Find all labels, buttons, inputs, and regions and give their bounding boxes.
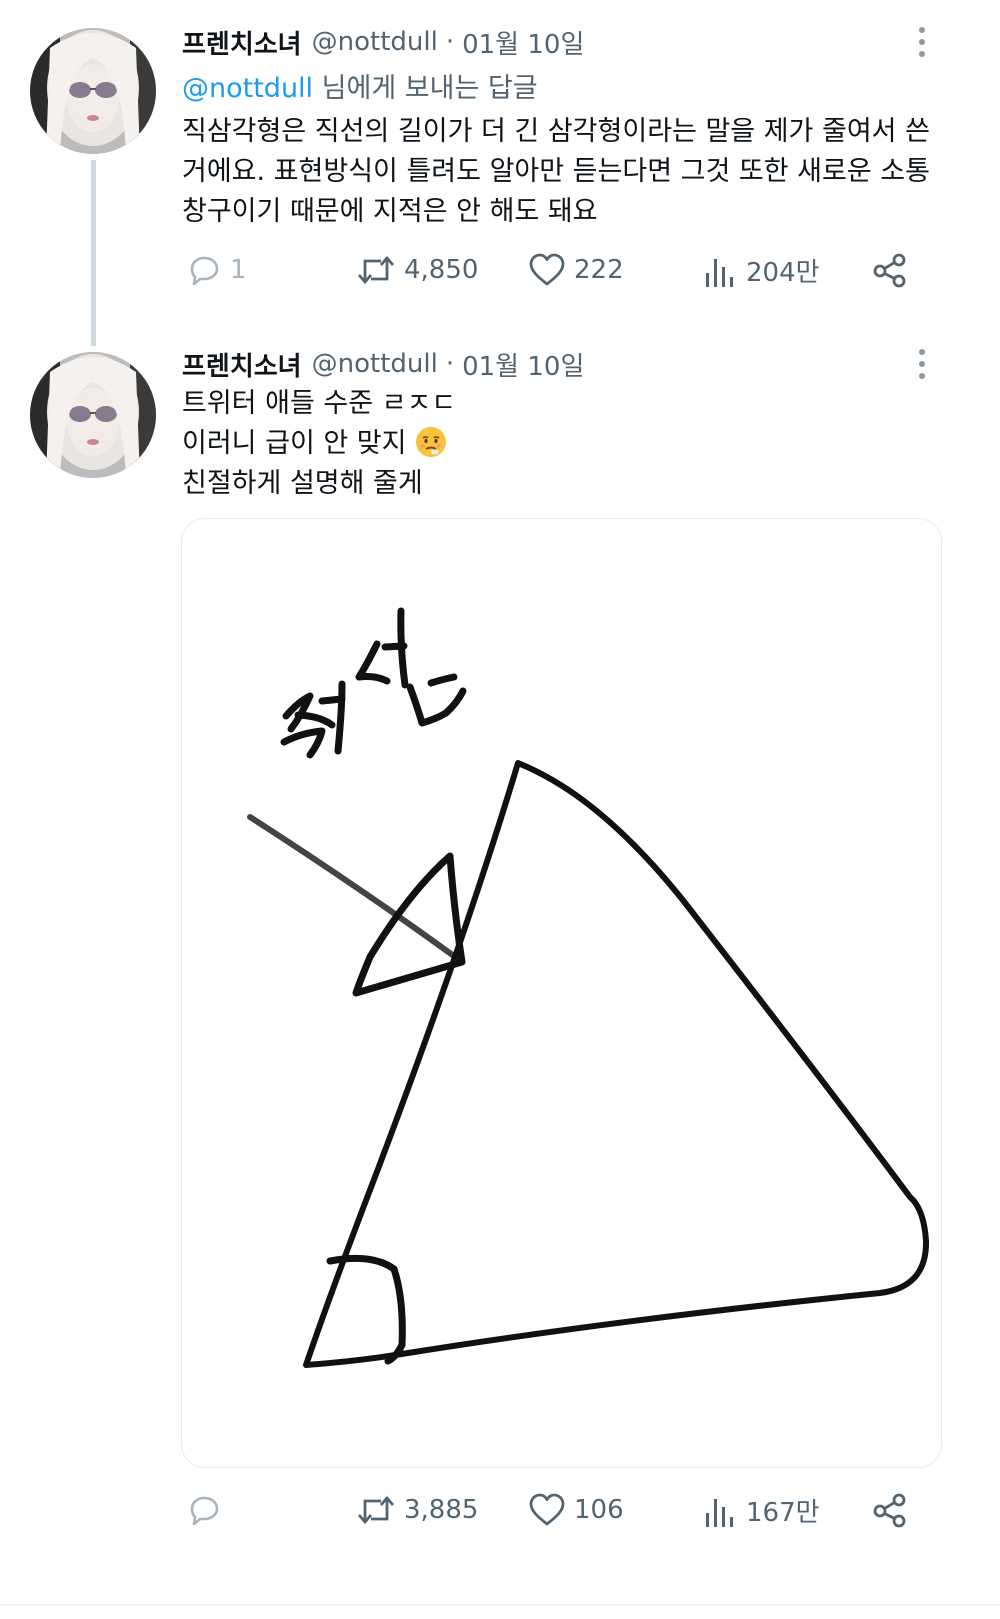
reply-button[interactable]: 1 xyxy=(186,252,247,288)
views-bar-chart-icon xyxy=(706,1498,733,1527)
retweet-icon xyxy=(357,1495,395,1525)
share-icon xyxy=(873,253,906,288)
reply-button[interactable] xyxy=(186,1492,230,1528)
tweet-text-line: 거에요. 표현방식이 틀려도 알아만 듣는다면 그것 또한 새로운 소통 xyxy=(182,156,930,187)
author-name[interactable]: 프렌치소녀 xyxy=(182,346,302,383)
face-with-steam-from-nose-emoji xyxy=(416,427,447,457)
retweet-icon xyxy=(357,255,395,285)
avatar[interactable] xyxy=(30,352,156,478)
pointer-line xyxy=(247,814,461,962)
share-icon xyxy=(873,1493,906,1528)
tweet-text-line: 트위터 애들 수준 ㄹㅈㄷ xyxy=(182,388,457,419)
retweet-count: 3,885 xyxy=(404,1495,479,1525)
views-bar-chart-icon xyxy=(706,258,733,287)
separator-dot: · xyxy=(445,349,455,379)
tweet-divider xyxy=(0,1604,1000,1606)
author-handle[interactable]: @nottdull xyxy=(312,27,438,57)
hand-drawn-triangle-sketch-icon xyxy=(247,607,930,1368)
views-count: 167만 xyxy=(746,1498,820,1528)
author-name[interactable]: 프렌치소녀 xyxy=(182,24,302,61)
tweet-text-line: 창구이기 때문에 지적은 안 해도 돼요 xyxy=(182,196,598,227)
reply-bubble-icon xyxy=(190,256,219,286)
share-button[interactable] xyxy=(872,252,908,288)
like-button[interactable]: 106 xyxy=(528,1492,624,1528)
views-button[interactable]: 167만 xyxy=(704,1492,820,1529)
tweet-text-line: 직삼각형은 직선의 길이가 더 긴 삼각형이라는 말을 제가 줄여서 쓴 xyxy=(182,116,930,147)
reply-mention-link[interactable]: @nottdull xyxy=(182,73,313,104)
more-options-icon[interactable] xyxy=(910,344,934,384)
more-options-icon[interactable] xyxy=(910,22,934,62)
reply-to-suffix: 님에게 보내는 답글 xyxy=(321,73,538,104)
heart-icon xyxy=(529,1493,565,1526)
tweet-image[interactable] xyxy=(181,518,942,1468)
share-button[interactable] xyxy=(872,1492,908,1528)
tweet-text-line: 친절하게 설명해 줄게 xyxy=(182,468,423,499)
retweet-button[interactable]: 3,885 xyxy=(356,1492,478,1528)
tweet-actions: 3,885 106 167만 xyxy=(0,1492,1000,1536)
retweet-button[interactable]: 4,850 xyxy=(356,252,478,288)
separator-dot: · xyxy=(445,27,455,57)
tweet-date[interactable]: 01월 10일 xyxy=(462,24,584,61)
like-button[interactable]: 222 xyxy=(528,252,624,288)
retweet-count: 4,850 xyxy=(404,255,479,285)
tweet-date[interactable]: 01월 10일 xyxy=(462,346,584,383)
handwritten-label xyxy=(280,607,467,759)
tweet-1[interactable]: 프렌치소녀 @nottdull · 01월 10일 @nottdull 님에게 … xyxy=(0,0,1000,330)
tweet-header: 프렌치소녀 @nottdull · 01월 10일 xyxy=(182,22,584,62)
tweet-actions: 1 4,850 222 204만 xyxy=(0,252,1000,296)
heart-icon xyxy=(529,253,565,286)
tweet-text-line: 이러니 급이 안 맞지 xyxy=(182,424,447,464)
like-count: 106 xyxy=(574,1495,624,1525)
reply-bubble-icon xyxy=(190,1496,219,1526)
views-button[interactable]: 204만 xyxy=(704,252,820,289)
reply-count: 1 xyxy=(230,255,247,285)
tweet-text-segment: 이러니 급이 안 맞지 xyxy=(182,428,407,459)
avatar[interactable] xyxy=(30,28,156,154)
like-count: 222 xyxy=(574,255,624,285)
tweet-header: 프렌치소녀 @nottdull · 01월 10일 xyxy=(182,344,584,384)
reply-to-line: @nottdull 님에게 보내는 답글 xyxy=(182,66,538,105)
author-handle[interactable]: @nottdull xyxy=(312,349,438,379)
views-count: 204만 xyxy=(746,258,820,288)
